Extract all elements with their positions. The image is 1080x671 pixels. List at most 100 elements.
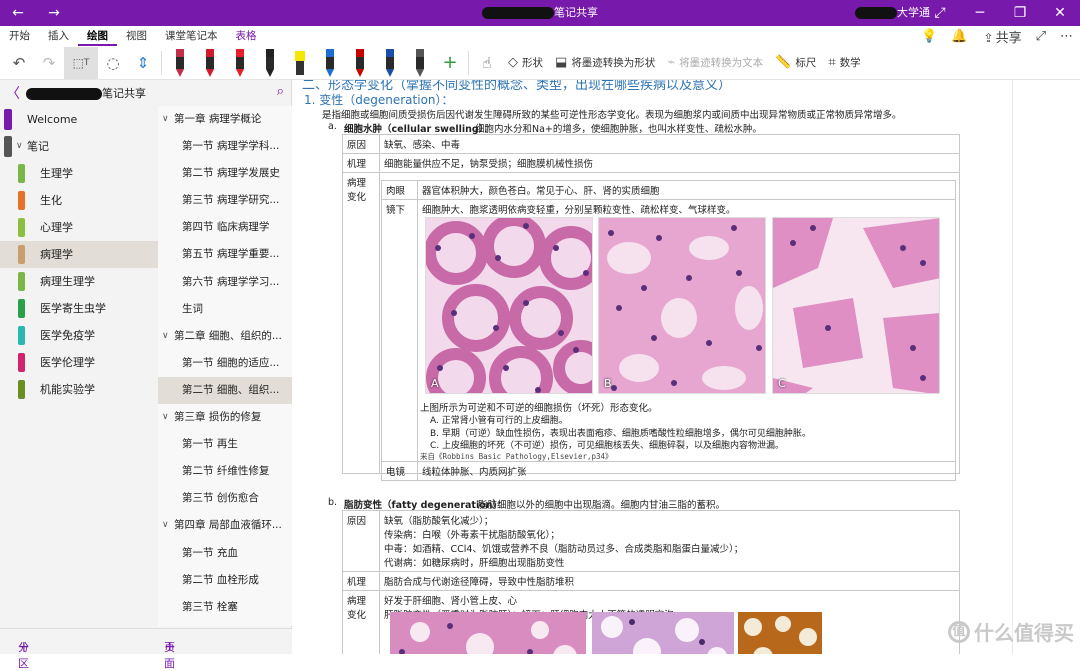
page-label: 第二节 纤维性修复 (182, 465, 270, 478)
pen-glyph (356, 48, 364, 77)
section-item[interactable]: 医学伦理学 (0, 349, 158, 376)
cellular-swelling-desc: 细胞内水分和Na+的增多，使细胞肿胀，也叫水样变性、疏松水肿。 (475, 124, 762, 135)
chapter-page-item[interactable]: ∨ 第四章 局部血液循环... (158, 512, 292, 539)
section-item[interactable]: 机能实验学 (0, 376, 158, 403)
page-item[interactable]: 第三节 病理学研究... (158, 187, 292, 214)
pathology-line: 好发于肝细胞、肾小管上皮、心 (384, 596, 518, 607)
page-canvas[interactable]: 二、形态学变化（掌握不同变性的概念、类型，出现在哪些疾病以及意义） 1. 变性（… (292, 80, 1080, 654)
page-item[interactable]: 第二节 病理学发展史 (158, 160, 292, 187)
ink-to-text-button[interactable]: ⌁ 将墨迹转换为文本 (661, 47, 769, 79)
search-icon[interactable]: ⌕ (277, 84, 284, 99)
expand-icon[interactable]: ⤢ (1036, 29, 1046, 44)
highlighter-5-icon[interactable] (285, 47, 315, 79)
chevron-down-icon: ∨ (162, 412, 169, 423)
pen-7-icon[interactable] (345, 47, 375, 79)
tab-view[interactable]: 视图 (117, 26, 156, 46)
select-text-tool-icon[interactable]: ⬚ T (64, 46, 98, 79)
page-item[interactable]: 第一节 病理学学科... (158, 133, 292, 160)
page-item[interactable]: 生词 (158, 296, 292, 323)
fatty-liver-graphic-1 (390, 612, 586, 654)
section-group-notes[interactable]: ∨ 笔记 (0, 133, 158, 160)
section-color-tab (18, 191, 25, 210)
ink-to-shape-button[interactable]: ⬓ 将墨迹转换为形状 (549, 47, 661, 79)
pen-8-icon[interactable] (375, 47, 405, 79)
section-item[interactable]: 生化 (0, 187, 158, 214)
page-item[interactable]: 第一节 细胞的适应... (158, 350, 292, 377)
pen-4-icon[interactable] (255, 47, 285, 79)
fullscreen-icon[interactable]: ⤢ (920, 0, 960, 26)
ruler-button[interactable]: 📏 标尺 (769, 47, 822, 79)
back-arrow-icon[interactable]: ← (0, 0, 36, 26)
tab-table[interactable]: 表格 (227, 26, 266, 46)
bell-icon[interactable]: 🔔 (951, 29, 967, 44)
pencil-9-icon[interactable] (405, 47, 435, 79)
section-item[interactable]: 医学免疫学 (0, 322, 158, 349)
histology-image-c: C (772, 217, 940, 394)
tab-home[interactable]: 开始 (0, 26, 39, 46)
row-label: 镜下 (381, 199, 418, 462)
page-item[interactable]: 第二节 细胞、组织... (158, 376, 292, 405)
math-button[interactable]: ⌗ 数学 (822, 47, 866, 79)
pen-3-icon[interactable] (225, 47, 255, 79)
section-item[interactable]: 病理学 (0, 241, 158, 268)
row-label: 机理 (342, 153, 380, 173)
share-button[interactable]: ⇪ 共享 (982, 27, 1022, 46)
page-label: 第五节 病理学重要... (182, 248, 280, 261)
page-label: 第三节 栓塞 (182, 600, 238, 613)
page-label: 第一节 病理学学科... (182, 140, 280, 153)
page-item[interactable]: 第三节 栓塞 (158, 594, 292, 621)
pen-1-icon[interactable] (165, 47, 195, 79)
page-item[interactable]: 第四节 临床病理学 (158, 214, 292, 241)
figure-caption: 上图所示为可逆和不可逆的细胞损伤（坏死）形态变化。 (420, 403, 658, 414)
section-item[interactable]: 心理学 (0, 214, 158, 241)
page-item[interactable]: 第五节 病理学重要... (158, 241, 292, 268)
page-item[interactable]: 第一节 再生 (158, 431, 292, 458)
page-item[interactable]: 第六节 病理学学习... (158, 269, 292, 296)
more-icon[interactable]: ⋯ (1060, 29, 1073, 44)
pen-6-icon[interactable] (315, 47, 345, 79)
collapse-nav-icon[interactable]: 〈 (0, 83, 26, 103)
page-item[interactable]: 第三节 创伤愈合 (158, 485, 292, 512)
page-label: 第一章 病理学概论 (174, 113, 262, 125)
undo-icon[interactable]: ↶ (4, 47, 34, 79)
section-item[interactable]: 病理生理学 (0, 268, 158, 295)
restore-icon[interactable]: ❐ (1000, 0, 1040, 26)
watermark: 值什么值得买 (948, 617, 1074, 646)
pen-glyph (416, 48, 424, 77)
tab-class-notebook[interactable]: 课堂笔记本 (156, 26, 227, 46)
math-icon: ⌗ (828, 55, 836, 70)
user-account[interactable]: 大学通 (855, 0, 930, 26)
page-item[interactable]: 第二节 血栓形成 (158, 567, 292, 594)
close-icon[interactable]: ✕ (1040, 0, 1080, 26)
tab-draw[interactable]: 绘图 (78, 26, 117, 46)
tab-insert[interactable]: 插入 (39, 26, 78, 46)
chapter-page-item[interactable]: ∨ 第三章 损伤的修复 (158, 404, 292, 431)
shapes-button[interactable]: ◇ 形状 (502, 47, 549, 79)
lasso-select-icon[interactable]: ◌ (98, 47, 128, 79)
cause-line: 缺氧（脂肪酸氧化减少）； (384, 516, 494, 527)
page-label: 第一节 细胞的适应... (182, 356, 280, 369)
chevron-down-icon: ∨ (162, 330, 169, 341)
fatty-liver-image-3 (738, 612, 822, 654)
chapter-page-item[interactable]: ∨ 第一章 病理学概论 (158, 106, 292, 133)
page-item[interactable]: 第一节 充血 (158, 540, 292, 567)
chapter-page-item[interactable]: ∨ 第二章 细胞、组织的... (158, 323, 292, 350)
table-row: 电镜 线粒体肿胀、内质网扩张 (381, 461, 956, 481)
page-item[interactable]: 第二节 纤维性修复 (158, 458, 292, 485)
forward-arrow-icon[interactable]: → (36, 0, 72, 26)
histology-b-graphic (599, 218, 765, 393)
section-item[interactable]: 生理学 (0, 160, 158, 187)
welcome-notebook[interactable]: Welcome (0, 106, 158, 133)
lightbulb-icon[interactable]: 💡 (921, 29, 937, 44)
section-item[interactable]: 医学寄生虫学 (0, 295, 158, 322)
fatty-degeneration-desc: 脂肪细胞以外的细胞中出现脂滴。细胞内甘油三脂的蓄积。 (478, 500, 726, 511)
insert-space-icon[interactable]: ⇕ (128, 47, 158, 79)
touch-draw-icon[interactable]: ☝ (472, 47, 502, 79)
pen-2-icon[interactable] (195, 47, 225, 79)
add-pen-icon[interactable]: + (435, 47, 465, 79)
notebook-title[interactable]: 笔记共享 (26, 85, 146, 101)
minimize-icon[interactable]: ─ (960, 0, 1000, 26)
redo-icon[interactable]: ↷ (34, 47, 64, 79)
redaction-mark (482, 7, 554, 19)
nav-footer: + 分区 + 页面 (0, 628, 292, 670)
